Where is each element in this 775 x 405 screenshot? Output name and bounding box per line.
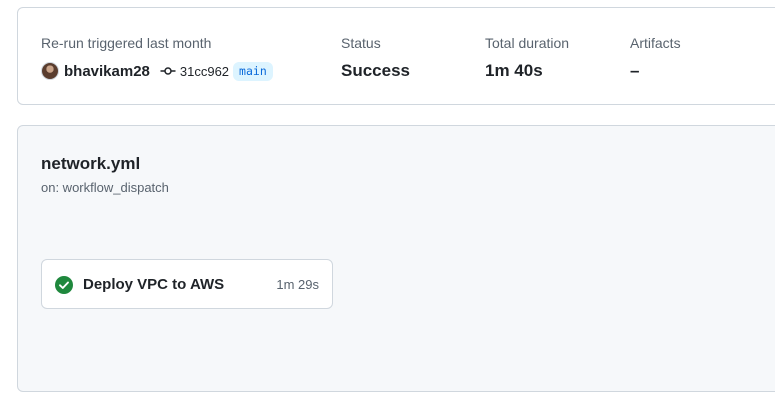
workflow-file-name: network.yml (41, 154, 141, 173)
trigger-label: Re-run triggered last month (41, 35, 212, 51)
artifacts-info: Artifacts – (630, 34, 681, 82)
workflow-trigger-event: on: workflow_dispatch (41, 180, 169, 195)
actor-link[interactable]: bhavikam28 (64, 63, 150, 80)
trigger-info: Re-run triggered last month bhavikam28 3… (41, 34, 273, 82)
duration-info: Total duration 1m 40s (485, 34, 569, 82)
artifacts-value: – (630, 61, 640, 80)
job-card-deploy-vpc[interactable]: Deploy VPC to AWS 1m 29s (41, 259, 333, 309)
branch-badge[interactable]: main (233, 61, 273, 81)
status-label: Status (341, 35, 381, 51)
status-info: Status Success (341, 34, 410, 82)
workflow-graph-card: network.yml on: workflow_dispatch Deploy… (17, 125, 775, 392)
duration-label: Total duration (485, 35, 570, 51)
check-circle-fill-icon (55, 276, 73, 294)
workflow-run-page: Re-run triggered last month bhavikam28 3… (0, 0, 775, 405)
run-summary-card: Re-run triggered last month bhavikam28 3… (17, 7, 775, 105)
trigger-details: bhavikam28 31cc962 main (41, 60, 273, 82)
artifacts-label: Artifacts (630, 35, 681, 51)
status-value: Success (341, 61, 410, 80)
user-avatar[interactable] (41, 62, 59, 80)
job-duration: 1m 29s (276, 277, 319, 292)
duration-value: 1m 40s (485, 61, 543, 80)
job-name: Deploy VPC to AWS (83, 276, 225, 293)
git-commit-icon (160, 67, 176, 75)
commit-sha-link[interactable]: 31cc962 (180, 64, 229, 79)
